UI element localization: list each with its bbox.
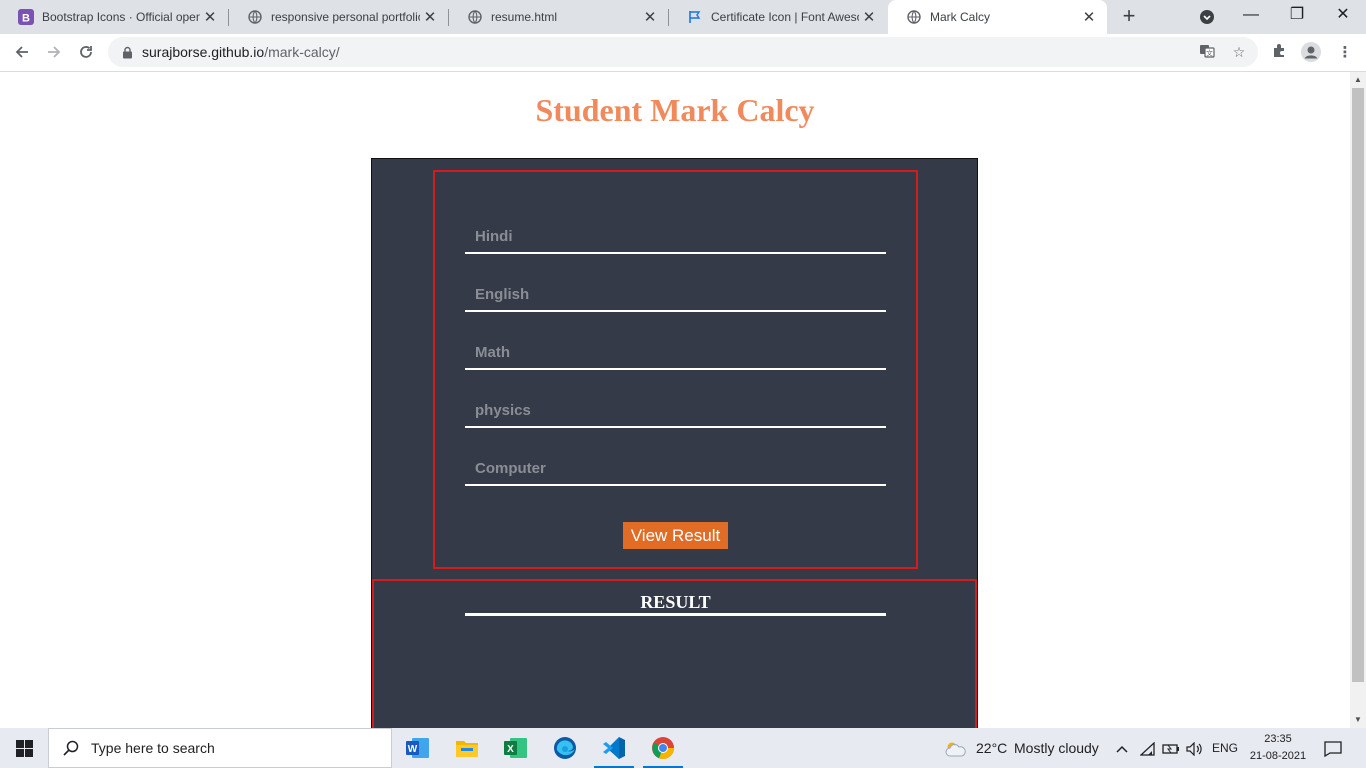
taskbar-search-box[interactable]: Type here to search — [48, 728, 392, 768]
scroll-up-icon[interactable]: ▲ — [1350, 72, 1366, 88]
globe-icon — [467, 9, 483, 25]
tab-title: Mark Calcy — [930, 10, 991, 24]
math-field-wrapper — [465, 336, 886, 370]
url-path: /mark-calcy/ — [264, 44, 340, 60]
bootstrap-icon: B — [18, 9, 34, 25]
english-field-wrapper — [465, 278, 886, 312]
chevron-up-icon[interactable] — [1116, 728, 1128, 768]
close-icon[interactable]: ✕ — [859, 8, 879, 26]
restore-icon[interactable]: ❐ — [1274, 0, 1320, 34]
result-underline — [465, 613, 886, 616]
url-host: surajborse.github.io — [142, 44, 265, 60]
battery-icon[interactable] — [1162, 728, 1180, 768]
svg-text:B: B — [22, 13, 30, 25]
scroll-thumb[interactable] — [1352, 88, 1364, 682]
svg-text:文: 文 — [1206, 49, 1213, 58]
clock-time: 23:35 — [1264, 733, 1292, 745]
tab-certificate-icon[interactable]: Certificate Icon | Font Awesome ✕ — [669, 0, 887, 34]
tab-title: Bootstrap Icons · Official open source S… — [42, 10, 200, 24]
math-input[interactable] — [465, 336, 886, 368]
volume-icon[interactable] — [1186, 728, 1204, 768]
new-tab-button[interactable]: + — [1116, 4, 1142, 30]
physics-input[interactable] — [465, 394, 886, 426]
weather-cloud-icon[interactable] — [944, 728, 966, 768]
vscode-app-icon[interactable] — [590, 728, 638, 768]
word-app-icon[interactable]: W — [394, 728, 442, 768]
computer-field-wrapper — [465, 452, 886, 486]
tab-bootstrap-icons[interactable]: B Bootstrap Icons · Official open source… — [0, 0, 228, 34]
address-bar[interactable]: surajborse.github.io/mark-calcy/ 文 ☆ — [108, 37, 1258, 67]
url-text: surajborse.github.io/mark-calcy/ — [142, 44, 340, 60]
tab-title: Certificate Icon | Font Awesome — [711, 10, 859, 24]
close-window-icon[interactable]: ✕ — [1320, 0, 1366, 34]
tab-search-icon[interactable] — [1184, 0, 1230, 34]
notifications-icon[interactable] — [1324, 728, 1342, 768]
language-indicator[interactable]: ENG — [1212, 728, 1238, 768]
result-panel: RESULT — [372, 579, 977, 728]
weather-temperature[interactable]: 22°C — [976, 728, 1007, 768]
english-input[interactable] — [465, 278, 886, 310]
weather-description[interactable]: Mostly cloudy — [1014, 728, 1099, 768]
computer-input[interactable] — [465, 452, 886, 484]
tab-strip: B Bootstrap Icons · Official open source… — [0, 0, 1366, 34]
close-icon[interactable]: ✕ — [420, 8, 440, 26]
physics-field-wrapper — [465, 394, 886, 428]
windows-start-icon[interactable] — [0, 728, 48, 768]
scroll-down-icon[interactable]: ▼ — [1350, 712, 1366, 728]
calculator-card: View Result RESULT — [371, 158, 978, 728]
search-icon — [63, 740, 79, 756]
page-title: Student Mark Calcy — [535, 92, 815, 128]
tab-title: responsive personal portfolio — [271, 10, 420, 24]
tab-portfolio[interactable]: responsive personal portfolio ✕ — [229, 0, 448, 34]
tab-resume[interactable]: resume.html ✕ — [449, 0, 668, 34]
tab-title: resume.html — [491, 10, 558, 24]
marks-form: View Result — [433, 170, 918, 569]
clock-date: 21-08-2021 — [1249, 750, 1307, 762]
forward-icon[interactable] — [40, 38, 68, 66]
close-icon[interactable]: ✕ — [640, 8, 660, 26]
file-explorer-icon[interactable] — [443, 728, 491, 768]
excel-app-icon[interactable]: X — [492, 728, 540, 768]
result-heading: RESULT — [640, 592, 711, 612]
hindi-field-wrapper — [465, 220, 886, 254]
windows-taskbar: Type here to search W X 22°C Mostly clou… — [0, 728, 1366, 768]
globe-icon — [247, 9, 263, 25]
page-scrollbar[interactable]: ▲ ▼ — [1350, 72, 1366, 728]
chrome-app-icon[interactable] — [639, 728, 687, 768]
bookmark-star-icon[interactable]: ☆ — [1230, 43, 1248, 61]
browser-toolbar: surajborse.github.io/mark-calcy/ 文 ☆ ⋮ — [0, 34, 1366, 72]
flag-icon — [687, 9, 703, 25]
search-placeholder: Type here to search — [91, 740, 215, 756]
edge-browser-icon[interactable] — [541, 728, 589, 768]
minimize-icon[interactable]: — — [1228, 0, 1274, 34]
lock-icon[interactable] — [120, 45, 134, 59]
close-icon[interactable]: ✕ — [1079, 8, 1099, 26]
system-clock[interactable]: 23:35 21-08-2021 — [1248, 731, 1308, 765]
extensions-icon[interactable] — [1268, 42, 1290, 64]
back-icon[interactable] — [8, 38, 36, 66]
profile-avatar-icon[interactable] — [1300, 42, 1322, 64]
close-icon[interactable]: ✕ — [200, 8, 220, 26]
page-viewport: Student Mark Calcy View Result RESULT — [0, 72, 1350, 728]
hindi-input[interactable] — [465, 220, 886, 252]
menu-kebab-icon[interactable]: ⋮ — [1334, 42, 1356, 64]
reload-icon[interactable] — [72, 38, 100, 66]
view-result-button[interactable]: View Result — [623, 522, 728, 549]
svg-text:W: W — [408, 744, 418, 755]
globe-icon — [906, 9, 922, 25]
tab-mark-calcy[interactable]: Mark Calcy ✕ — [888, 0, 1107, 34]
wifi-icon[interactable] — [1139, 728, 1156, 768]
translate-icon[interactable]: 文 — [1198, 43, 1216, 61]
svg-text:X: X — [507, 744, 514, 755]
